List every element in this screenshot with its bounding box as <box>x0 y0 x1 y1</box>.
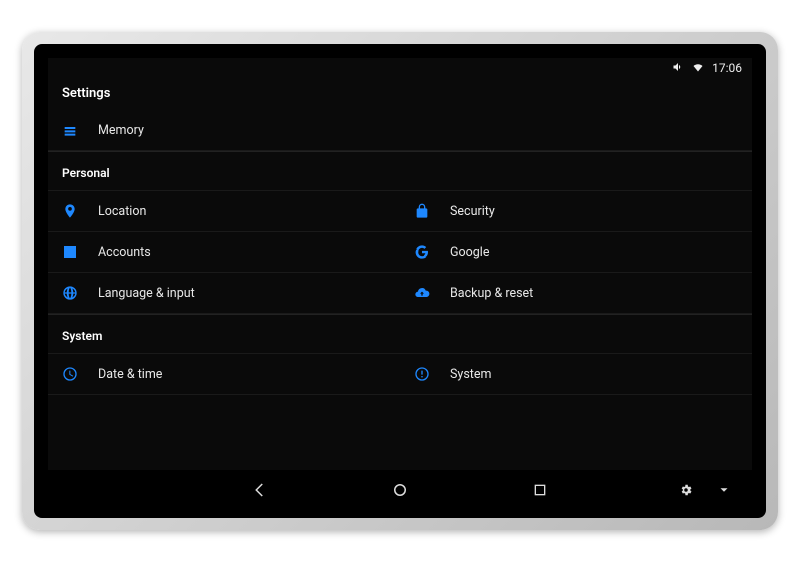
globe-icon <box>62 285 98 301</box>
memory-icon <box>62 123 98 139</box>
info-icon <box>414 366 450 382</box>
settings-item-security[interactable]: Security <box>400 191 752 231</box>
settings-list: Memory Personal Location <box>48 111 752 470</box>
wifi-icon <box>692 61 704 76</box>
clock-icon <box>62 366 98 382</box>
settings-item-label: Accounts <box>98 245 151 260</box>
section-header-system: System <box>48 314 752 354</box>
navigation-bar <box>48 470 752 510</box>
page-title: Settings <box>48 78 752 111</box>
settings-item-google[interactable]: Google <box>400 232 752 272</box>
settings-item-label: Date & time <box>98 367 162 382</box>
volume-icon <box>672 61 684 76</box>
settings-item-system[interactable]: System <box>400 354 752 394</box>
settings-item-backup[interactable]: Backup & reset <box>400 273 752 313</box>
settings-item-label: System <box>450 367 491 382</box>
settings-item-label: Security <box>450 204 495 219</box>
gear-icon[interactable] <box>676 480 696 500</box>
bezel: 17:06 Settings Memory Personal <box>34 44 766 518</box>
settings-item-label: Memory <box>98 123 144 138</box>
settings-item-accounts[interactable]: Accounts <box>48 232 400 272</box>
chevron-down-icon[interactable] <box>714 480 734 500</box>
screen: 17:06 Settings Memory Personal <box>48 58 752 510</box>
cloud-icon <box>414 285 450 301</box>
settings-item-label: Language & input <box>98 286 195 301</box>
settings-item-memory[interactable]: Memory <box>48 111 752 151</box>
status-bar: 17:06 <box>48 58 752 78</box>
settings-item-location[interactable]: Location <box>48 191 400 231</box>
google-icon <box>414 244 450 260</box>
settings-item-datetime[interactable]: Date & time <box>48 354 400 394</box>
recents-button[interactable] <box>530 480 550 500</box>
accounts-icon <box>62 244 98 260</box>
back-button[interactable] <box>250 480 270 500</box>
clock-text: 17:06 <box>712 61 742 75</box>
section-header-personal: Personal <box>48 151 752 191</box>
home-button[interactable] <box>390 480 410 500</box>
settings-item-language[interactable]: Language & input <box>48 273 400 313</box>
tablet-frame: 17:06 Settings Memory Personal <box>22 32 778 530</box>
lock-icon <box>414 203 450 219</box>
location-icon <box>62 203 98 219</box>
settings-item-label: Backup & reset <box>450 286 533 301</box>
settings-item-label: Google <box>450 245 489 260</box>
settings-item-label: Location <box>98 204 146 219</box>
